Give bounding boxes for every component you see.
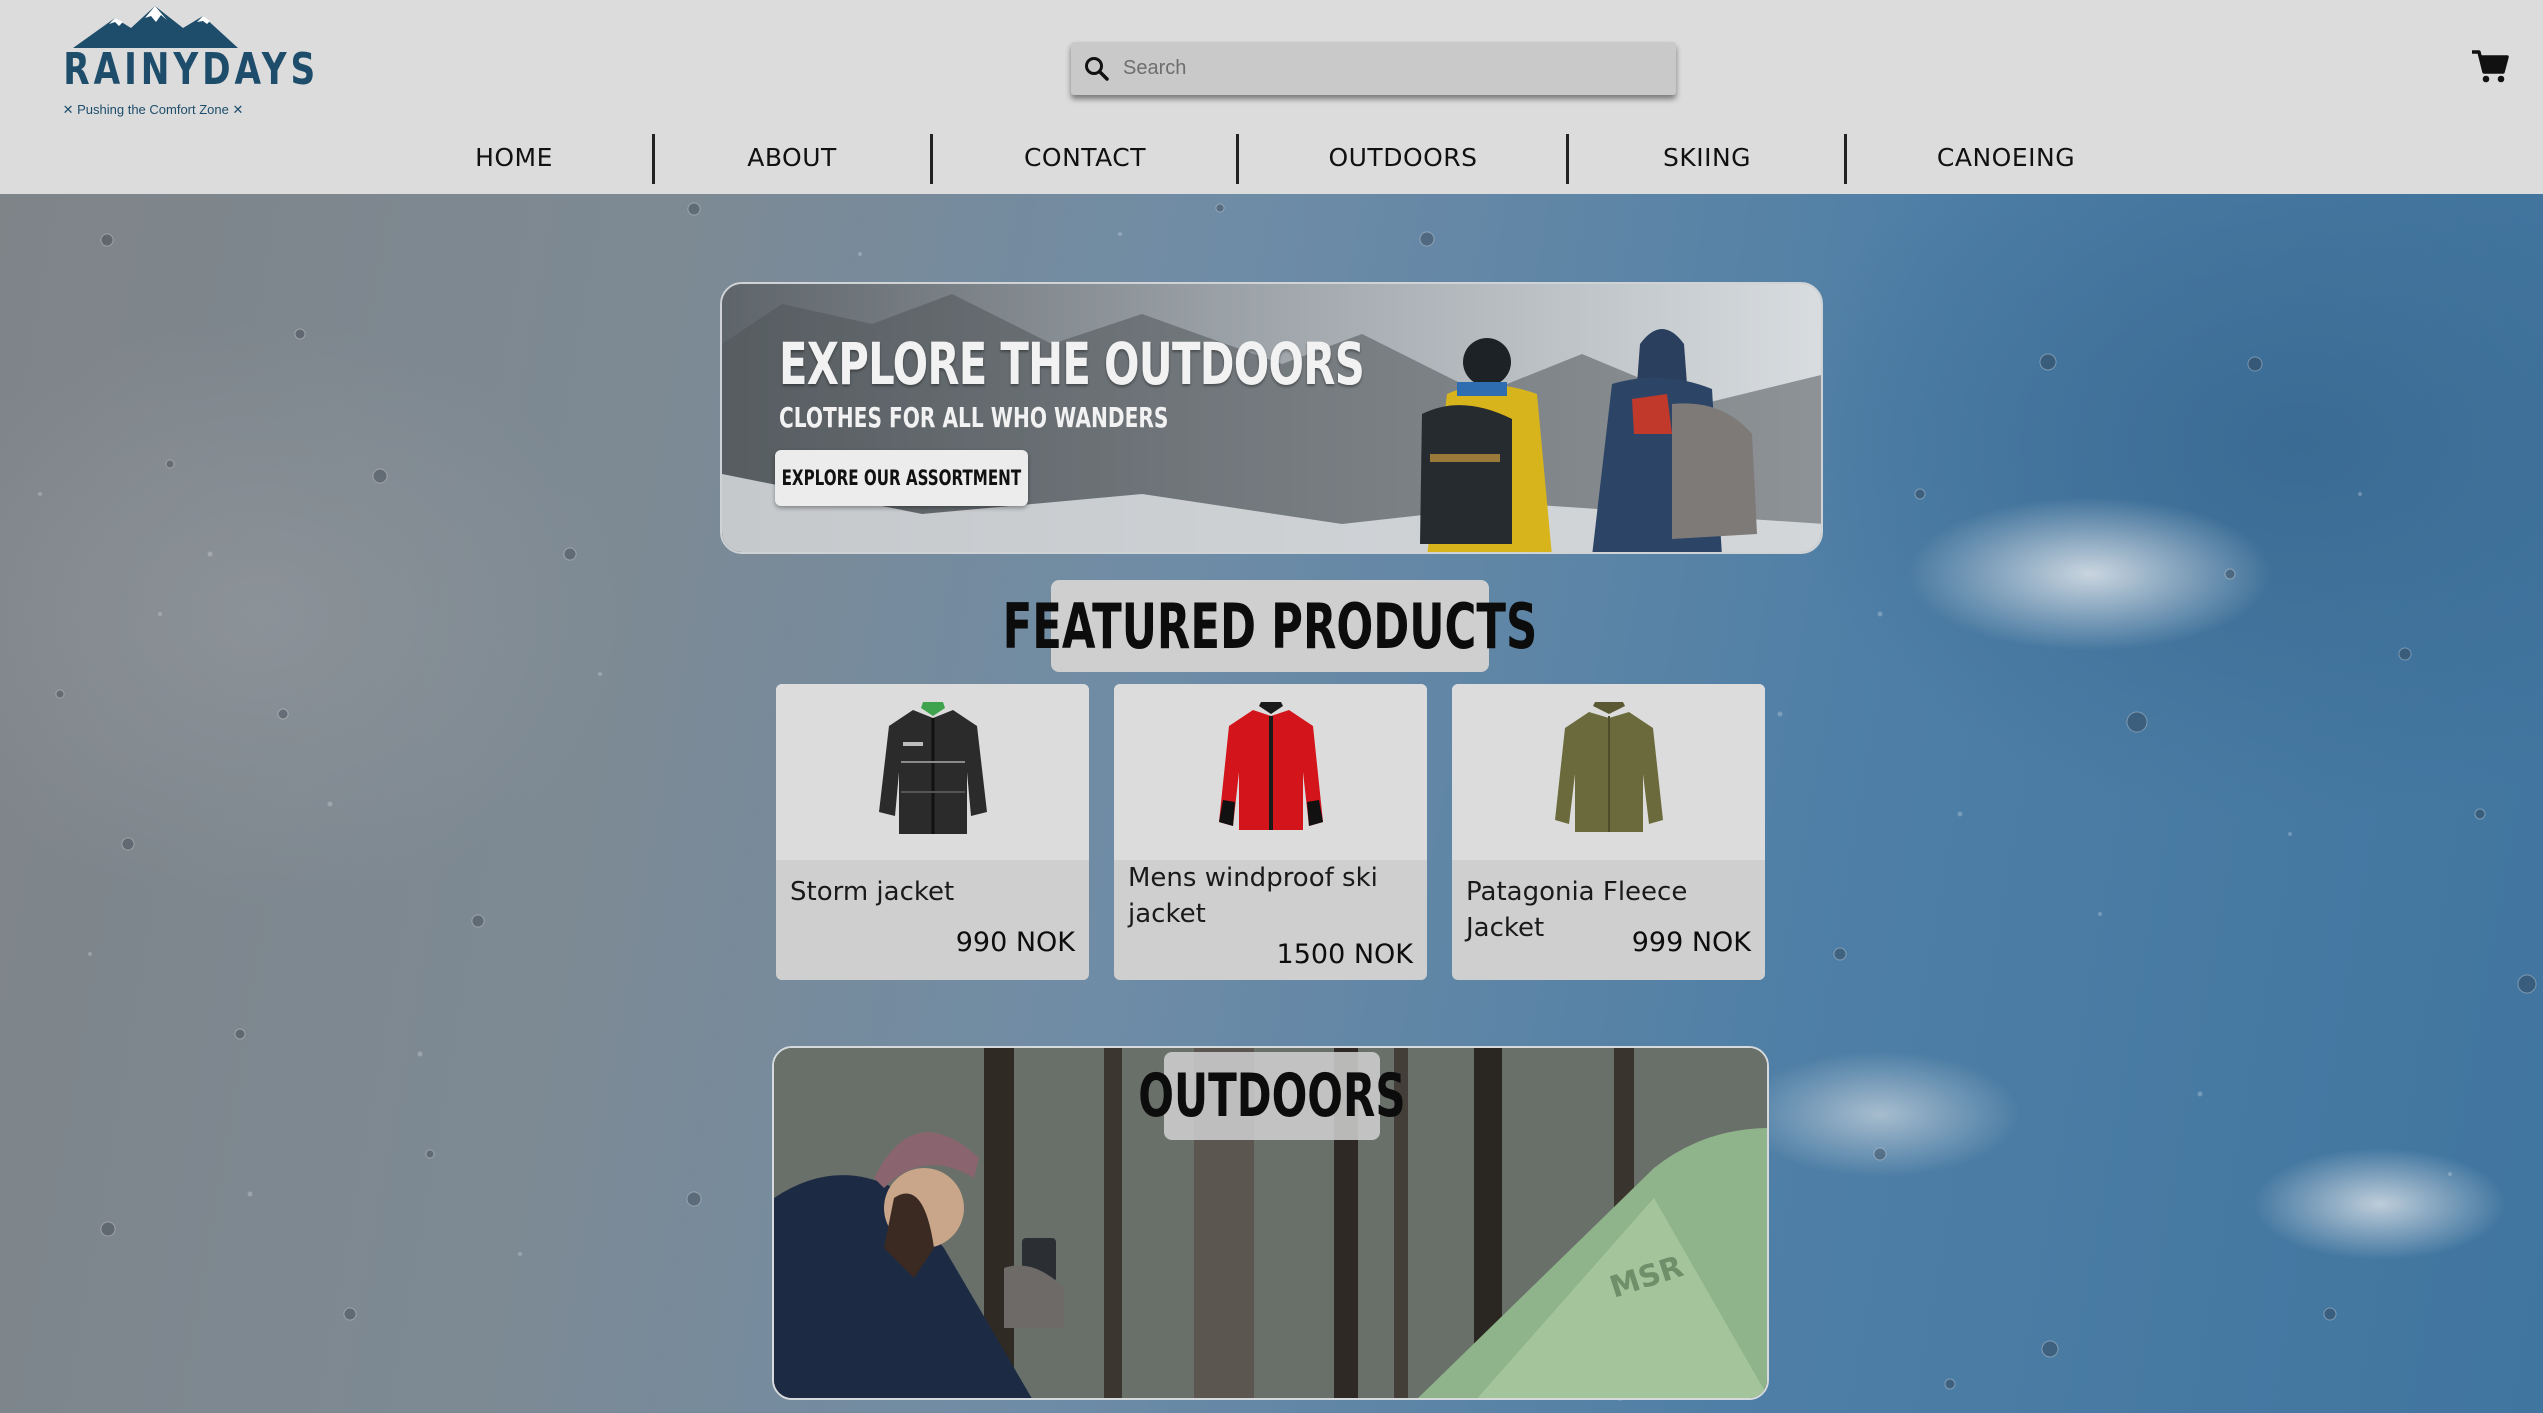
search-icon[interactable]	[1071, 42, 1123, 95]
product-name: Mens windproof ski jacket	[1128, 863, 1378, 929]
product-image	[1452, 684, 1765, 860]
nav-about[interactable]: ABOUT	[682, 130, 902, 184]
nav-canoeing[interactable]: CANOEING	[1886, 130, 2126, 184]
main-navigation: HOME ABOUT CONTACT OUTDOORS SKIING CANOE…	[0, 130, 2543, 184]
search-bar[interactable]	[1071, 42, 1676, 95]
outdoors-heading[interactable]: OUTDOORS	[1138, 1052, 1406, 1140]
outdoors-title: OUTDOORS	[1138, 1061, 1406, 1131]
product-price: 999 NOK	[1631, 927, 1751, 958]
nav-home[interactable]: HOME	[404, 130, 624, 184]
product-price: 990 NOK	[955, 927, 1075, 958]
shopping-cart-icon[interactable]	[2470, 46, 2510, 86]
product-image	[1114, 684, 1427, 860]
product-card[interactable]: Mens windproof ski jacket 1500 NOK	[1114, 684, 1427, 980]
nav-divider	[652, 134, 655, 184]
brand-tagline: ✕ Pushing the Comfort Zone ✕	[62, 102, 244, 117]
nav-skiing[interactable]: SKIING	[1597, 130, 1817, 184]
hero-title: EXPLORE THE OUTDOORS	[779, 330, 1365, 398]
brand-name: RAINYDAYS	[63, 44, 320, 95]
mountain-logo-icon	[73, 6, 238, 48]
red-jacket-image	[1218, 702, 1323, 830]
nav-outdoors[interactable]: OUTDOORS	[1278, 130, 1528, 184]
brand-logo[interactable]: RAINYDAYS ✕ Pushing the Comfort Zone ✕	[38, 4, 320, 130]
nav-divider	[1236, 134, 1239, 184]
product-price: 1500 NOK	[1276, 939, 1413, 970]
hero-subtitle: CLOTHES FOR ALL WHO WANDERS	[779, 401, 1169, 434]
nav-divider	[1844, 134, 1847, 184]
nav-divider	[930, 134, 933, 184]
black-jacket-image	[878, 702, 987, 834]
nav-contact[interactable]: CONTACT	[975, 130, 1195, 184]
featured-products-heading: FEATURED PRODUCTS	[1003, 580, 1537, 672]
product-card[interactable]: Storm jacket 990 NOK	[776, 684, 1089, 980]
olive-fleece-image	[1554, 702, 1663, 832]
search-input[interactable]	[1123, 48, 1643, 89]
featured-products-title: FEATURED PRODUCTS	[1002, 589, 1538, 663]
explore-assortment-button[interactable]: EXPLORE OUR ASSORTMENT	[775, 450, 1028, 506]
explore-assortment-label: EXPLORE OUR ASSORTMENT	[781, 466, 1022, 490]
hero-banner: EXPLORE THE OUTDOORS CLOTHES FOR ALL WHO…	[720, 282, 1823, 554]
product-name: Storm jacket	[790, 877, 955, 907]
site-header: RAINYDAYS ✕ Pushing the Comfort Zone ✕ H…	[0, 0, 2543, 194]
product-image	[776, 684, 1089, 860]
nav-divider	[1566, 134, 1569, 184]
product-card[interactable]: Patagonia Fleece Jacket 999 NOK	[1452, 684, 1765, 980]
